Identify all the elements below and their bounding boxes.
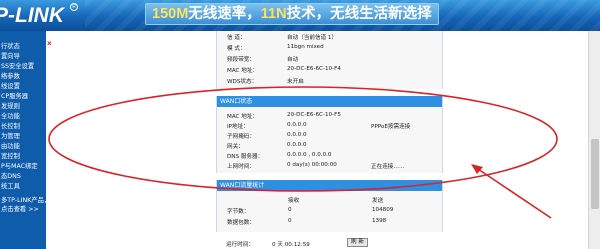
wan-mask-label: 子网掩码：: [227, 134, 255, 140]
sidebar-item-forwarding[interactable]: 发规则: [0, 102, 46, 112]
wireless-status-panel: 信 道： 自动（当前信道 1） 模 式： 11bgn mixed 频段带宽： 自…: [216, 31, 443, 89]
channel-value: 自动（当前信道 1）: [287, 35, 338, 41]
sidebar-item-routing[interactable]: 由功能: [0, 142, 46, 152]
wan-mac-label: MAC 地址：: [227, 114, 259, 120]
sidebar-item-network[interactable]: 络参数: [0, 72, 46, 82]
wan-connecting-status: 正在连接……: [371, 164, 405, 170]
header-banner: P-LINK R 150M无线速率，11N技术，无线生活新选择: [0, 0, 600, 31]
registered-mark-icon: R: [70, 3, 78, 11]
mode-value: 11bgn mixed: [287, 44, 324, 50]
wan-status-panel: WAN口状态 MAC 地址： 20-DC-E6-6C-10-F5 IP地址： 0…: [216, 96, 443, 173]
wan-gateway-label: 网关：: [227, 144, 244, 150]
sidebar-item-bandwidth[interactable]: 宽控制: [0, 152, 46, 162]
sidebar-item-ddns[interactable]: 态DNS: [0, 172, 46, 182]
click-view-link[interactable]: 点击查看 >>: [0, 205, 46, 214]
stats-col-received: 接收: [288, 198, 300, 204]
wireless-mac-value: 20-DC-E6-6C-10-F4: [287, 66, 341, 72]
wan-gateway-value: 0.0.0.0: [287, 142, 307, 148]
wan-connection-type: PPPoE按需连接: [371, 124, 411, 130]
tp-link-logo: P-LINK: [0, 4, 64, 27]
mode-label: 模 式：: [227, 46, 246, 52]
stats-bytes-label: 字节数：: [227, 209, 250, 215]
sidebar-item-ip-mac-binding[interactable]: P与MAC绑定: [0, 162, 46, 172]
refresh-button[interactable]: 刷 新: [347, 238, 368, 247]
wan-status-title: WAN口状态: [217, 96, 442, 107]
wan-dns-label: DNS 服务器：: [227, 154, 264, 160]
traffic-stats-panel: WAN口流量统计 接收 发送 字节数： 0 104809 数据包数： 0 139…: [216, 180, 443, 232]
wan-ip-value: 0.0.0.0: [287, 122, 307, 128]
wan-uptime-label: 上网时间：: [227, 164, 255, 170]
slogan-text-2: 技术，无线生活新选择: [286, 6, 432, 22]
bandwidth-label: 频段带宽：: [227, 57, 255, 63]
wan-uptime-value: 0 day(s) 00:00:00: [287, 162, 337, 168]
scrollbar-thumb[interactable]: [591, 139, 599, 209]
slogan-tech: 11N: [260, 6, 287, 22]
wireless-mac-label: MAC 地址：: [227, 68, 259, 74]
sidebar-item-setup-wizard[interactable]: 置向导: [0, 52, 46, 62]
slogan-rate: 150M: [152, 6, 189, 22]
sidebar-menu: 行状态 置向导 SS安全设置 络参数 线设置 CP服务器 发规则 全功能 长控制…: [0, 31, 46, 249]
wds-value: 未开启: [287, 79, 304, 85]
sidebar-item-qss[interactable]: SS安全设置: [0, 62, 46, 72]
sidebar-item-parental-control[interactable]: 长控制: [0, 122, 46, 132]
sidebar-item-dhcp[interactable]: CP服务器: [0, 92, 46, 102]
stats-bytes-received: 0: [288, 207, 292, 213]
more-products-link[interactable]: 多TP-LINK产品，: [0, 196, 46, 205]
bandwidth-value: 自动: [287, 57, 299, 63]
annotation-arrow-head: [471, 164, 483, 174]
stats-bytes-sent: 104809: [372, 207, 394, 213]
wan-mac-value: 20-DC-E6-6C-10-F5: [287, 112, 341, 118]
sidebar-item-wireless[interactable]: 线设置: [0, 82, 46, 92]
runtime-value: 0 天 00:12:59: [272, 242, 310, 248]
sidebar-item-system-tools[interactable]: 统工具: [0, 182, 46, 192]
sidebar-item-security[interactable]: 全功能: [0, 112, 46, 122]
sidebar-item-running-status[interactable]: 行状态: [0, 42, 46, 52]
wan-ip-label: IP地址：: [227, 124, 249, 130]
stats-packets-label: 数据包数：: [227, 220, 255, 226]
traffic-stats-title: WAN口流量统计: [217, 180, 442, 191]
header-slogan: 150M无线速率，11N技术，无线生活新选择: [145, 3, 439, 25]
slogan-text-1: 无线速率，: [188, 6, 261, 22]
annotation-arrow-line: [474, 166, 552, 219]
close-icon[interactable]: ×: [47, 39, 52, 48]
stats-col-sent: 发送: [372, 198, 384, 204]
stats-packets-received: 0: [288, 218, 292, 224]
sidebar-item-behavior-management[interactable]: 为管理: [0, 132, 46, 142]
stats-packets-sent: 1398: [372, 218, 387, 224]
wds-label: WDS状态：: [227, 79, 258, 85]
runtime-label: 运行时间：: [226, 242, 254, 248]
channel-label: 信 道：: [227, 35, 246, 41]
vertical-scrollbar[interactable]: [588, 31, 600, 249]
wan-dns-value: 0.0.0.0 , 0.0.0.0: [287, 152, 332, 158]
wan-mask-value: 0.0.0.0: [287, 132, 307, 138]
